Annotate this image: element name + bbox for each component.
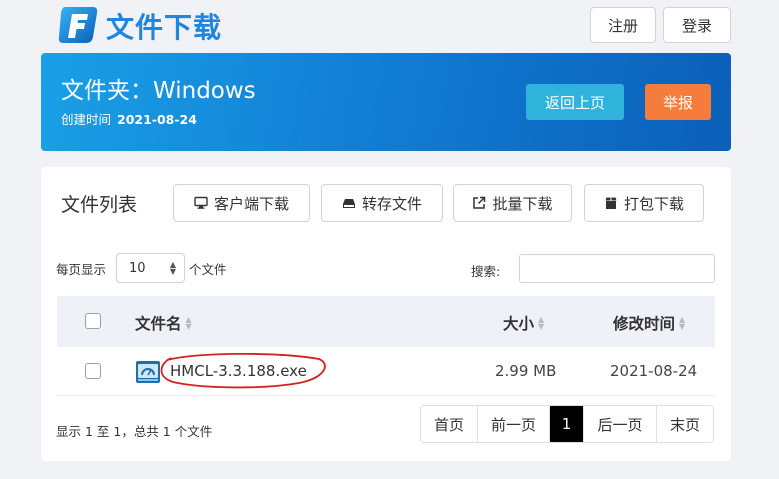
file-list-title: 文件列表 <box>61 194 138 216</box>
folder-title: 文件夹：Windows <box>61 78 256 104</box>
first-page-button[interactable]: 首页 <box>421 406 478 442</box>
table-summary: 显示 1 至 1，总共 1 个文件 <box>56 424 213 439</box>
column-size-label: 大小 <box>503 315 535 333</box>
hdd-icon <box>342 199 355 208</box>
per-page-value: 10 <box>129 260 146 276</box>
search-input[interactable] <box>519 254 715 283</box>
search-label: 搜索: <box>471 264 501 279</box>
select-all-checkbox[interactable] <box>85 313 101 329</box>
save-file-label: 转存文件 <box>361 194 422 213</box>
prev-page-button[interactable]: 前一页 <box>478 406 550 442</box>
per-page-select[interactable]: 10 ▲ ▼ <box>116 253 185 283</box>
client-download-button[interactable]: 客户端下载 <box>173 184 310 222</box>
batch-download-button[interactable]: 批量下载 <box>453 184 572 222</box>
select-caret-icon: ▲ ▼ <box>169 260 176 276</box>
site-header: 文件下载 注册 登录 <box>0 0 779 52</box>
column-name-label: 文件名 <box>135 315 182 333</box>
pack-download-label: 打包下载 <box>623 194 684 213</box>
column-header-name[interactable]: 文件名 ▲ ▼ <box>135 312 192 334</box>
column-header-size[interactable]: 大小 ▲ ▼ <box>503 312 544 334</box>
folder-banner: 文件夹：Windows 创建时间 2021-08-24 返回上页 举报 <box>41 53 731 151</box>
pack-download-button[interactable]: 打包下载 <box>584 184 704 222</box>
file-modified-date: 2021-08-24 <box>610 362 698 380</box>
folder-created: 创建时间 2021-08-24 <box>61 109 197 128</box>
executable-file-icon <box>136 361 160 383</box>
sort-icon: ▲ ▼ <box>538 315 545 331</box>
next-page-button[interactable]: 后一页 <box>584 406 657 442</box>
sort-icon: ▲ ▼ <box>185 315 192 331</box>
pagination: 首页 前一页 1 后一页 末页 <box>420 405 714 443</box>
box-icon <box>605 197 617 209</box>
client-download-label: 客户端下载 <box>213 194 289 213</box>
current-page-button[interactable]: 1 <box>550 406 584 442</box>
hand-drawn-annotation <box>160 352 326 389</box>
last-page-button[interactable]: 末页 <box>657 406 713 442</box>
column-header-modified[interactable]: 修改时间 ▲ ▼ <box>613 312 685 334</box>
login-button[interactable]: 登录 <box>663 7 731 43</box>
register-button[interactable]: 注册 <box>590 7 656 43</box>
row-checkbox[interactable] <box>85 363 101 379</box>
site-title: 文件下载 <box>106 11 223 44</box>
back-button[interactable]: 返回上页 <box>526 84 624 120</box>
per-page-suffix: 个文件 <box>189 262 227 277</box>
external-link-icon <box>473 196 486 209</box>
table-header: 文件名 ▲ ▼ 大小 ▲ ▼ 修改时间 ▲ ▼ <box>57 296 715 347</box>
batch-download-label: 批量下载 <box>492 194 553 213</box>
save-file-button[interactable]: 转存文件 <box>321 184 443 222</box>
logo-icon[interactable] <box>57 5 99 45</box>
sort-icon: ▲ ▼ <box>679 315 686 331</box>
per-page-label: 每页显示 <box>56 262 107 277</box>
report-button[interactable]: 举报 <box>645 84 711 120</box>
created-label: 创建时间 <box>61 112 112 127</box>
column-modified-label: 修改时间 <box>613 315 676 333</box>
created-date: 2021-08-24 <box>117 112 197 127</box>
monitor-icon <box>194 196 208 209</box>
file-list-card: 文件列表 客户端下载 转存文件 批量下载 打包下载 每页显示 10 ▲ ▼ 个文件… <box>41 167 731 461</box>
table-row: HMCL-3.3.188.exe 2.99 MB 2021-08-24 <box>57 347 715 396</box>
file-size: 2.99 MB <box>495 362 557 380</box>
